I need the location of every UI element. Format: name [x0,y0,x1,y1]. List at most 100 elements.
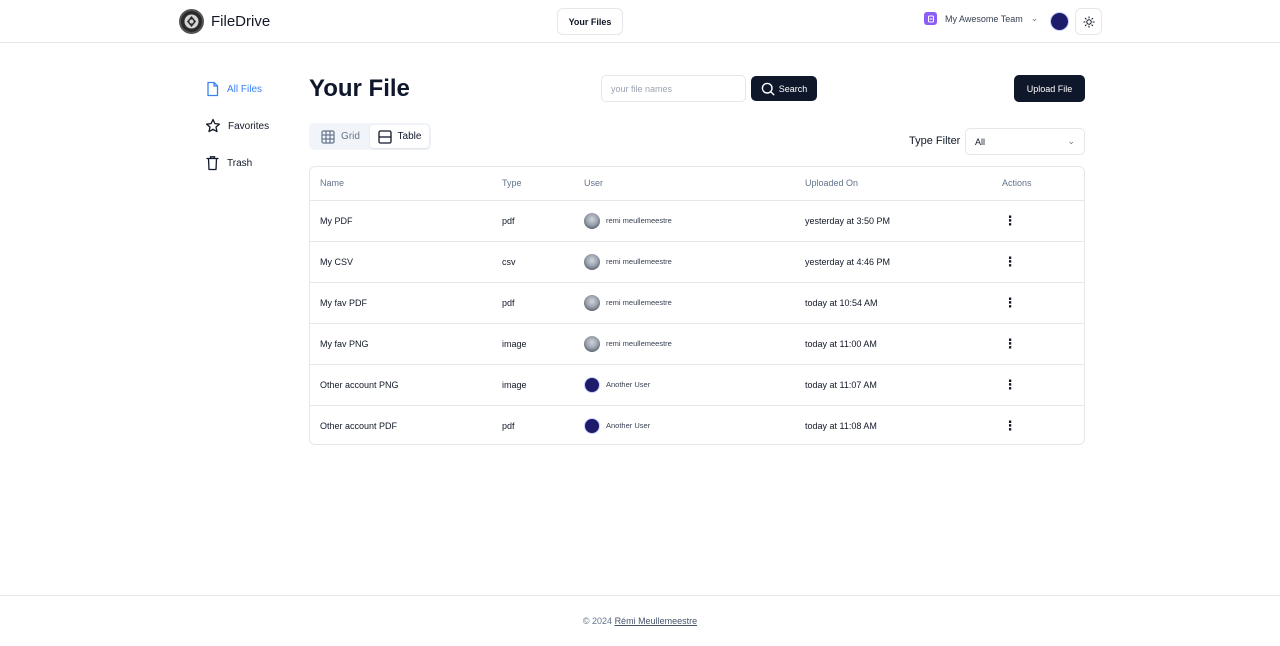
more-vertical-icon[interactable]: ⋮ [1002,214,1018,227]
tab-label: Table [397,131,422,142]
file-type: pdf [502,297,515,308]
user-avatar[interactable] [1050,12,1069,31]
search-icon [761,82,775,96]
user-cell: remi meullemeestre [584,253,795,270]
file-user: remi meullemeestre [574,323,795,364]
file-icon [207,81,219,97]
author-link[interactable]: Rémi Meullemeestre [615,616,698,626]
tab-label: Grid [341,131,360,142]
more-vertical-icon[interactable]: ⋮ [1002,378,1018,391]
avatar [584,253,600,270]
file-type: image [502,338,527,349]
sun-icon [1082,15,1095,28]
avatar [584,212,600,229]
file-name: Other account PDF [320,420,398,431]
avatar [584,417,600,434]
sidebar-item-label: Favorites [228,120,270,132]
column-header: Actions [992,167,1084,201]
top-header: FileDrive Your Files My Awesome Team ⌄ [0,0,1280,43]
more-vertical-icon[interactable]: ⋮ [1002,337,1018,350]
user-name: remi meullemeestre [606,216,672,225]
actions-cell: ⋮ [992,282,1084,323]
file-name: My fav PDF [320,297,368,308]
avatar [584,335,600,352]
file-type: pdf [502,420,515,431]
user-name: remi meullemeestre [606,298,672,307]
type-filter-value: All [975,136,986,147]
file-name: My CSV [320,256,354,267]
file-type: csv [502,256,516,267]
user-cell: Another User [584,417,795,434]
type-filter-label: Type Filter [909,135,961,147]
file-name: My fav PNG [320,338,369,349]
user-name: remi meullemeestre [606,339,672,348]
more-vertical-icon[interactable]: ⋮ [1002,419,1018,432]
actions-cell: ⋮ [992,200,1084,241]
uploaded-on: today at 11:08 AM [805,420,877,431]
user-name: Another User [606,421,651,431]
more-vertical-icon[interactable]: ⋮ [1002,296,1018,309]
your-files-button[interactable]: Your Files [557,8,623,35]
theme-toggle-button[interactable] [1075,8,1102,35]
column-header: User [574,167,795,201]
type-filter-select[interactable]: All ⌄ [965,128,1085,155]
uploaded-on: yesterday at 3:50 PM [805,215,891,226]
uploaded-on: today at 11:00 AM [805,338,877,349]
file-type: pdf [502,215,515,226]
file-name: Other account PNG [320,379,399,390]
view-toggle: Grid Table [309,123,431,150]
user-cell: remi meullemeestre [584,294,795,311]
copyright: © 2024 [582,616,613,626]
table-row[interactable]: My fav PNG image remi meullemeestre today a… [310,323,1084,364]
search-button-label: Search [778,83,808,94]
team-label: My Awesome Team [945,13,1023,24]
table-row[interactable]: My fav PDF pdf remi meullemeestre today at … [310,282,1084,323]
sidebar-item-all-files[interactable]: All Files [205,80,269,98]
sidebar-item-trash[interactable]: Trash [205,154,269,172]
footer: © 2024 Rémi Meullemeestre [0,595,1280,646]
files-table: Name Type User Uploaded On Actions My PD… [309,166,1085,445]
search-input[interactable] [601,75,746,102]
avatar [584,294,600,311]
table-row[interactable]: My PDF pdf remi meullemeestre yesterday at … [310,200,1084,241]
sidebar-item-label: All Files [227,83,263,95]
uploaded-on: today at 10:54 AM [805,297,878,308]
file-user: remi meullemeestre [574,200,795,241]
file-name: My PDF [320,215,353,226]
column-header: Name [310,167,492,201]
table-row[interactable]: Other account PNG image Another User today … [310,364,1084,405]
sidebar-item-label: Trash [227,157,253,169]
avatar [584,376,600,393]
more-vertical-icon[interactable]: ⋮ [1002,255,1018,268]
user-cell: remi meullemeestre [584,335,795,352]
tab-grid[interactable]: Grid [311,125,370,148]
user-name: Another User [606,380,651,389]
file-user: remi meullemeestre [574,282,795,323]
brand[interactable]: FileDrive [179,9,270,34]
user-name: remi meullemeestre [606,257,672,266]
team-icon [924,12,937,25]
table-row[interactable]: Other account PDF pdf Another User today at… [310,405,1084,444]
sidebar: All Files Favorites Trash [205,80,269,191]
user-cell: Another User [584,376,795,393]
actions-cell: ⋮ [992,364,1084,405]
star-icon [205,118,221,133]
tab-table[interactable]: Table [370,125,429,148]
upload-file-button[interactable]: Upload File [1014,75,1085,102]
file-type: image [502,379,527,390]
search-button[interactable]: Search [751,76,817,101]
table-row[interactable]: My CSV csv remi meullemeestre yesterday at … [310,241,1084,282]
user-cell: remi meullemeestre [584,212,795,229]
column-header: Uploaded On [795,167,992,201]
sidebar-item-favorites[interactable]: Favorites [205,117,269,135]
grid-icon [321,129,335,144]
actions-cell: ⋮ [992,323,1084,364]
file-user: Another User [574,405,795,444]
brand-logo-icon [179,9,204,34]
trash-icon [206,156,219,171]
table-header-row: Name Type User Uploaded On Actions [310,167,1084,201]
team-switcher[interactable]: My Awesome Team ⌄ [924,12,1038,25]
chevron-down-icon: ⌄ [1030,13,1039,23]
brand-name: FileDrive [211,13,271,30]
chevron-down-icon: ⌄ [1067,136,1075,146]
